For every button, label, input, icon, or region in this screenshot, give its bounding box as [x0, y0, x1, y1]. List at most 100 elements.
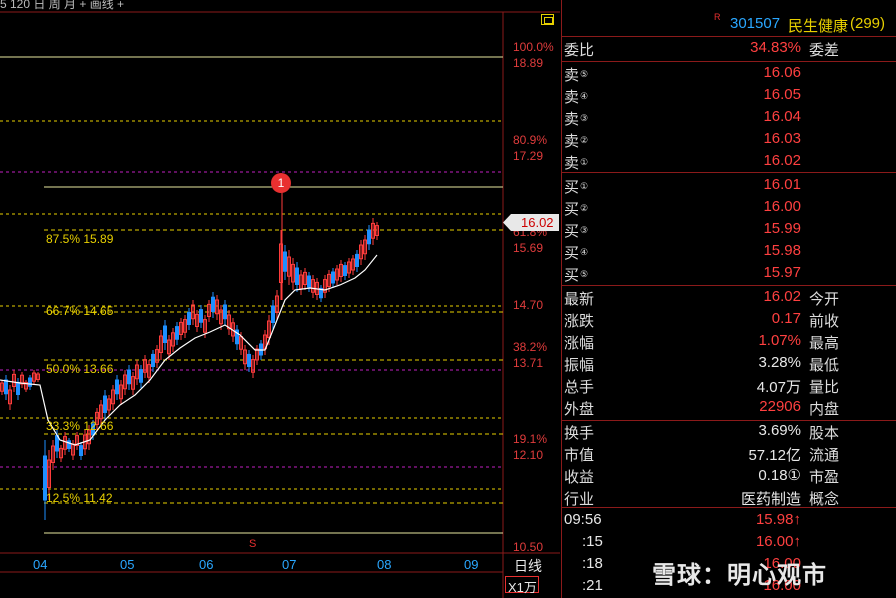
kline-chart[interactable]: 5 120 日 周 月 + 画线 + 100.0% 18.89 80.9% 17.29…: [0, 0, 560, 598]
sell-row-3-index: ③: [580, 113, 589, 123]
quote-panel: R 301507 民生健康 (299) 委比 34.83% 委差 卖 ⑤ 16.06…: [561, 0, 896, 598]
sell-row-5[interactable]: 卖 ⑤ 16.06: [562, 62, 896, 84]
candle-body: [16, 381, 20, 395]
buy-row-5-value: 15.97: [763, 264, 801, 281]
stat-row-2-label: 收益: [564, 469, 595, 486]
buy-row-4-index: ④: [580, 247, 589, 257]
buy-row-2-label: 买: [564, 201, 580, 218]
buy-row-2[interactable]: 买 ② 16.00: [562, 196, 896, 218]
tick-time: :15: [582, 533, 603, 550]
ratio-row: 委比 34.83% 委差: [562, 37, 896, 59]
buy-row-1-value: 16.01: [763, 176, 801, 193]
window-toggle-icon[interactable]: [541, 14, 554, 25]
quote-row-4-label: 总手: [564, 379, 595, 396]
axis-label: 13.71: [513, 356, 544, 370]
candle-body: [283, 251, 287, 272]
candle-body: [28, 377, 32, 387]
signal-badge[interactable]: 1: [271, 173, 291, 193]
quote-row-5[interactable]: 外盘 22906 内盘: [562, 396, 896, 418]
buy-row-4[interactable]: 买 ④ 15.98: [562, 240, 896, 262]
quote-row-2-value: 1.07%: [758, 332, 801, 349]
quote-row-0[interactable]: 最新 16.02 今开: [562, 286, 896, 308]
quote-row-5-value: 22906: [759, 398, 801, 415]
stock-header: R 301507 民生健康 (299): [562, 12, 896, 36]
month-06: 06: [199, 557, 214, 572]
buy-row-1-label: 买: [564, 179, 580, 196]
candle-body: [115, 379, 119, 395]
kline-svg[interactable]: [0, 0, 560, 598]
candle-body: [295, 267, 299, 285]
quote-row-4-value: 4.07万: [756, 379, 801, 396]
quote-row-4[interactable]: 总手 4.07万 量比: [562, 374, 896, 396]
candle-body: [163, 325, 167, 343]
buy-row-5[interactable]: 买 ⑤ 15.97: [562, 262, 896, 284]
signal-badge-number: 1: [277, 176, 285, 190]
axis-label: 100.0%: [513, 40, 554, 54]
r-marker: R: [714, 12, 721, 22]
stat-row-2[interactable]: 收益 0.18① 市盈: [562, 464, 896, 486]
chart-toolbar[interactable]: 5 120 日 周 月 + 画线 +: [0, 0, 560, 12]
sell-row-3[interactable]: 卖 ③ 16.04: [562, 106, 896, 128]
sell-row-4-value: 16.05: [763, 86, 801, 103]
candle-body: [175, 326, 179, 340]
ratio-value: 34.83%: [750, 39, 801, 56]
axis-label: 14.70: [513, 298, 544, 312]
candle-body: [343, 265, 347, 277]
quote-row-0-value: 16.02: [763, 288, 801, 305]
buy-row-3-value: 15.99: [763, 220, 801, 237]
moving-average-line: [0, 254, 378, 446]
quote-row-1-label: 涨跌: [564, 313, 595, 330]
quote-row-1[interactable]: 涨跌 0.17 前收: [562, 308, 896, 330]
stat-row-2-value: 0.18①: [758, 467, 801, 484]
quote-row-2-label: 涨幅: [564, 335, 595, 352]
quote-row-2[interactable]: 涨幅 1.07% 最高: [562, 330, 896, 352]
stat-row-1-label2: 流通: [809, 447, 840, 464]
tick-price: 16.00↑: [755, 533, 801, 550]
fib-label-33: 33.3% 12.66: [46, 419, 114, 433]
quote-row-1-label2: 前收: [809, 313, 840, 330]
sell-row-5-value: 16.06: [763, 64, 801, 81]
stat-row-1-label: 市值: [564, 447, 595, 464]
buy-row-3-label: 买: [564, 223, 580, 240]
quote-row-5-label: 外盘: [564, 401, 595, 418]
sell-row-4-index: ④: [580, 91, 589, 101]
candle-body: [211, 296, 215, 313]
candle-body: [271, 305, 275, 323]
buy-row-2-index: ②: [580, 203, 589, 213]
buy-row-3[interactable]: 买 ③ 15.99: [562, 218, 896, 240]
stat-row-1-value: 57.12亿: [748, 447, 801, 464]
period-label[interactable]: 日线: [514, 556, 542, 576]
quote-row-2-label2: 最高: [809, 335, 840, 352]
stock-code[interactable]: 301507: [730, 15, 780, 32]
sell-row-1[interactable]: 卖 ① 16.02: [562, 150, 896, 172]
ratio-label: 委比: [564, 42, 595, 59]
sell-row-4-label: 卖: [564, 89, 580, 106]
stat-row-0-value: 3.69%: [758, 422, 801, 439]
sell-row-3-value: 16.04: [763, 108, 801, 125]
candle-body: [79, 445, 83, 457]
current-price-tag: 16.02: [503, 214, 559, 231]
sell-marker: S: [249, 538, 257, 550]
buy-row-1-index: ①: [580, 181, 589, 191]
candle-body: [4, 379, 8, 395]
buy-row-3-index: ③: [580, 225, 589, 235]
sell-row-1-value: 16.02: [763, 152, 801, 169]
quote-row-3-label2: 最低: [809, 357, 840, 374]
stock-name[interactable]: 民生健康: [788, 15, 848, 36]
quote-row-0-label2: 今开: [809, 291, 840, 308]
sell-row-1-label: 卖: [564, 155, 580, 172]
fib-label-87: 87.5% 15.89: [46, 232, 114, 246]
sell-row-2[interactable]: 卖 ② 16.03: [562, 128, 896, 150]
buy-row-1[interactable]: 买 ① 16.01: [562, 174, 896, 196]
stat-row-0[interactable]: 换手 3.69% 股本: [562, 420, 896, 442]
sell-row-5-label: 卖: [564, 67, 580, 84]
quote-row-0-label: 最新: [564, 291, 595, 308]
zoom-button[interactable]: X1万: [505, 576, 539, 595]
buy-row-5-index: ⑤: [580, 269, 589, 279]
candle-body: [187, 311, 191, 325]
stat-row-1[interactable]: 市值 57.12亿 流通: [562, 442, 896, 464]
stat-row-3-label2: 概念: [809, 491, 840, 508]
sell-row-4[interactable]: 卖 ④ 16.05: [562, 84, 896, 106]
quote-row-3[interactable]: 振幅 3.28% 最低: [562, 352, 896, 374]
stat-row-3[interactable]: 行业 医药制造 概念: [562, 486, 896, 508]
